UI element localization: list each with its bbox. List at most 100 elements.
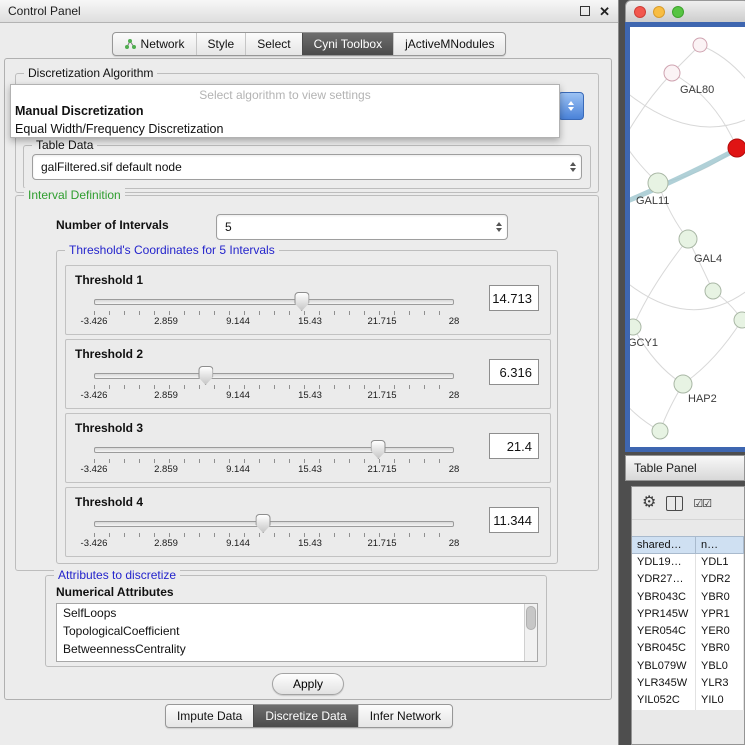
table-cell[interactable]: YER0 (696, 623, 744, 640)
threshold-3-slider[interactable]: -3.4262.8599.14415.4321.71528 (94, 440, 454, 478)
table-cell[interactable]: YLR3 (696, 675, 744, 692)
table-cell[interactable]: YBR045C (632, 640, 696, 657)
spinner-stepper-icon[interactable] (496, 222, 502, 232)
table-cell[interactable]: YBR0 (696, 589, 744, 606)
slider-thumb[interactable] (294, 292, 309, 311)
table-row[interactable]: YBR043CYBR0 (632, 589, 744, 606)
table-row[interactable]: YPR145WYPR1 (632, 606, 744, 623)
table-row[interactable]: YIL052CYIL0 (632, 692, 744, 709)
network-canvas[interactable]: GAL80 GAL11 GAL4 GCY1 HAP2 (630, 27, 745, 447)
network-node[interactable] (648, 173, 668, 193)
attribute-list-item[interactable]: TopologicalCoefficient (57, 622, 537, 640)
slider-scale-label: -3.426 (81, 464, 108, 475)
group-legend: Interval Definition (24, 188, 125, 202)
table-header-row: shared… n… (632, 536, 744, 554)
threshold-1-value-field[interactable] (489, 285, 539, 311)
popup-option-equal-width-frequency[interactable]: Equal Width/Frequency Discretization (11, 120, 559, 138)
network-node[interactable] (674, 375, 692, 393)
slider-scale: -3.4262.8599.14415.4321.71528 (94, 390, 454, 402)
tab-network[interactable]: Network (113, 33, 196, 55)
table-cell[interactable]: YPR1 (696, 606, 744, 623)
float-button[interactable] (580, 6, 590, 16)
network-node[interactable] (664, 65, 680, 81)
column-header-name[interactable]: n… (696, 536, 744, 554)
list-scrollbar[interactable] (524, 604, 537, 661)
close-button[interactable]: ✕ (599, 5, 610, 18)
selected-network-node[interactable] (728, 139, 745, 157)
table-row[interactable]: YDL19…YDL1 (632, 554, 744, 571)
table-cell[interactable]: YDR27… (632, 571, 696, 588)
gear-icon[interactable]: ⚙ (642, 495, 656, 511)
close-traffic-light-icon[interactable] (634, 6, 646, 18)
tab-select[interactable]: Select (245, 33, 301, 55)
attribute-list-item[interactable]: SelfLoops (57, 604, 537, 622)
table-cell[interactable]: YER054C (632, 623, 696, 640)
table-cell[interactable]: YIL052C (632, 692, 696, 709)
threshold-1-slider[interactable]: -3.4262.8599.14415.4321.71528 (94, 292, 454, 330)
tab-discretize-data[interactable]: Discretize Data (253, 705, 357, 727)
apply-button[interactable]: Apply (272, 673, 344, 695)
column-header-shared-name[interactable]: shared… (632, 536, 696, 554)
numerical-attributes-list[interactable]: SelfLoopsTopologicalCoefficientBetweenne… (56, 603, 538, 662)
algorithm-combo-stepper-icon[interactable] (558, 92, 584, 120)
tab-cyni-toolbox[interactable]: Cyni Toolbox (302, 33, 393, 55)
table-cell[interactable]: YDL19… (632, 554, 696, 571)
network-node[interactable] (679, 230, 697, 248)
slider-thumb[interactable] (371, 440, 386, 459)
table-cell[interactable]: YBR0 (696, 640, 744, 657)
table-row[interactable]: YBR045CYBR0 (632, 640, 744, 657)
table-row[interactable]: YBL079WYBL0 (632, 658, 744, 675)
network-node[interactable] (734, 312, 745, 328)
table-row[interactable]: YDR27…YDR2 (632, 571, 744, 588)
network-node[interactable] (630, 319, 641, 335)
network-node[interactable] (693, 38, 707, 52)
tab-infer-network[interactable]: Infer Network (358, 705, 452, 727)
table-row[interactable]: YLR345WYLR3 (632, 675, 744, 692)
slider-track[interactable] (94, 447, 454, 453)
intervals-value: 5 (225, 220, 232, 234)
slider-track[interactable] (94, 299, 454, 305)
group-legend: Threshold's Coordinates for 5 Intervals (65, 243, 279, 257)
table-panel-header: Table Panel (625, 455, 745, 481)
attribute-list-item[interactable]: BetweennessCentrality (57, 640, 537, 658)
threshold-2-value-field[interactable] (489, 359, 539, 385)
table-cell[interactable]: YBL079W (632, 658, 696, 675)
slider-thumb[interactable] (198, 366, 213, 385)
threshold-4-slider[interactable]: -3.4262.8599.14415.4321.71528 (94, 514, 454, 552)
table-cell[interactable]: YDR2 (696, 571, 744, 588)
slider-track[interactable] (94, 521, 454, 527)
threshold-2-slider[interactable]: -3.4262.8599.14415.4321.71528 (94, 366, 454, 404)
threshold-panel-2: Threshold 2 -3.4262.8599.14415.4321.7152… (65, 339, 551, 409)
table-body: YDL19…YDL1YDR27…YDR2YBR043CYBR0YPR145WYP… (632, 554, 744, 710)
number-of-intervals-spinner[interactable]: 5 (216, 214, 508, 240)
tab-style[interactable]: Style (196, 33, 246, 55)
table-cell[interactable]: YLR345W (632, 675, 696, 692)
slider-track[interactable] (94, 373, 454, 379)
tab-jactivemodules[interactable]: jActiveMNodules (393, 33, 505, 55)
zoom-traffic-light-icon[interactable] (672, 6, 684, 18)
table-cell[interactable]: YBL0 (696, 658, 744, 675)
slider-ticks (94, 533, 454, 537)
network-node[interactable] (705, 283, 721, 299)
table-cell[interactable]: YBR043C (632, 589, 696, 606)
select-columns-checkboxes-icon[interactable]: ☑☑ (693, 497, 711, 510)
minimize-traffic-light-icon[interactable] (653, 6, 665, 18)
combo-stepper-icon[interactable] (570, 162, 576, 172)
network-node[interactable] (652, 423, 668, 439)
threshold-3-value-field[interactable] (489, 433, 539, 459)
columns-icon[interactable] (666, 496, 683, 511)
table-row[interactable]: YER054CYER0 (632, 623, 744, 640)
scrollbar-thumb[interactable] (526, 606, 536, 630)
table-cell[interactable]: YIL0 (696, 692, 744, 709)
threshold-label: Threshold 2 (75, 347, 143, 361)
threshold-4-value-field[interactable] (489, 507, 539, 533)
table-cell[interactable]: YDL1 (696, 554, 744, 571)
threshold-panel-1: Threshold 1 -3.4262.8599.14415.4321.7152… (65, 265, 551, 335)
slider-scale-label: 28 (449, 316, 460, 327)
table-cell[interactable]: YPR145W (632, 606, 696, 623)
slider-thumb[interactable] (256, 514, 271, 533)
popup-option-manual-discretization[interactable]: Manual Discretization (11, 102, 559, 120)
tab-label: Cyni Toolbox (314, 37, 382, 51)
table-data-combobox[interactable]: galFiltered.sif default node (32, 154, 582, 180)
tab-impute-data[interactable]: Impute Data (166, 705, 253, 727)
